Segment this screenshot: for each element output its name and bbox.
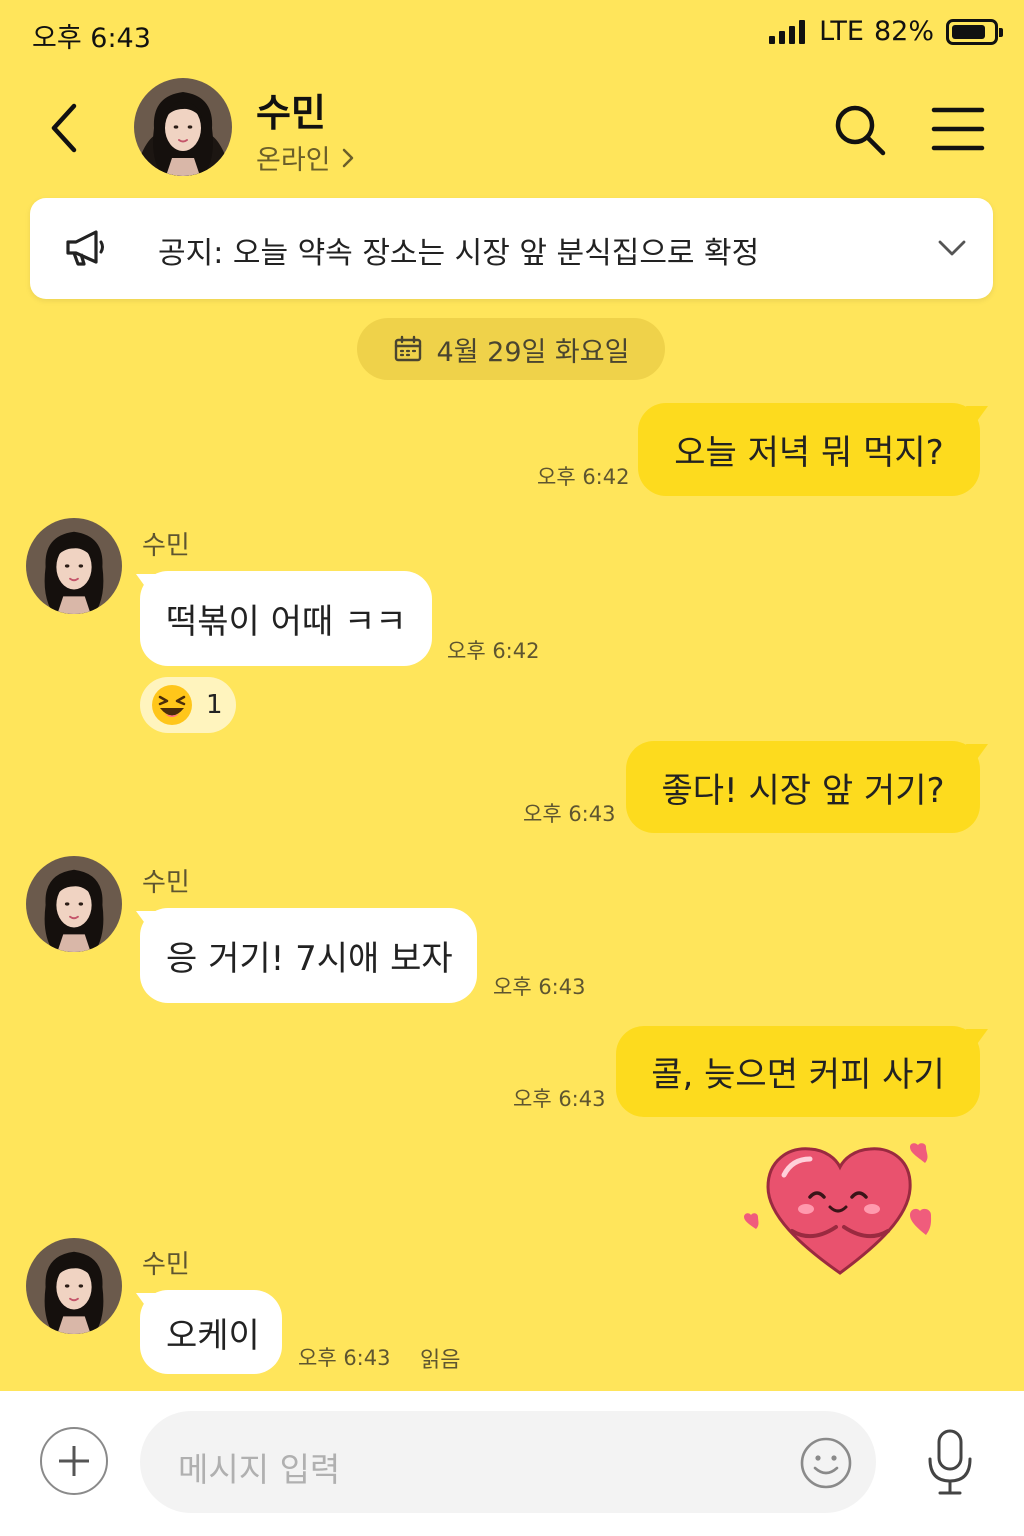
message-time: 오후 6:42 <box>447 639 540 663</box>
message-text: 콜, 늦으면 커피 사기 <box>651 1055 945 1095</box>
message-text: 응 거기! 7시애 보자 <box>166 939 453 979</box>
received-message-bubble[interactable]: 오케이 <box>140 1290 282 1374</box>
megaphone-icon <box>66 230 104 266</box>
chevron-right-icon <box>342 148 353 167</box>
message-text: 떡볶이 어때 ㅋㅋ <box>166 602 407 642</box>
sender-avatar[interactable] <box>26 1238 122 1334</box>
chevron-down-icon[interactable] <box>937 236 967 260</box>
date-label: 4월 29일 화요일 <box>436 336 630 368</box>
sent-message-bubble[interactable]: 좋다! 시장 앞 거기? <box>626 741 980 833</box>
sent-message-bubble[interactable]: 콜, 늦으면 커피 사기 <box>616 1026 980 1117</box>
battery-percent: 82% <box>873 16 934 47</box>
contact-avatar[interactable] <box>134 78 232 176</box>
battery-icon <box>946 18 1003 45</box>
heart-hug-sticker[interactable] <box>740 1135 950 1280</box>
notice-banner[interactable]: 공지: 오늘 약속 장소는 시장 앞 분식집으로 확정 <box>30 198 993 299</box>
signal-icon <box>769 19 806 44</box>
message-text: 좋다! 시장 앞 거기? <box>661 770 945 811</box>
chevron-left-icon <box>51 103 77 153</box>
sender-name: 수민 <box>142 868 190 898</box>
date-divider: 4월 29일 화요일 <box>357 318 665 380</box>
bubble-tail <box>966 744 988 766</box>
network-label: LTE <box>819 16 864 47</box>
status-time: 오후 6:43 <box>32 23 151 54</box>
read-receipt: 읽음 <box>420 1348 461 1373</box>
calendar-icon <box>394 335 421 362</box>
sender-avatar[interactable] <box>26 856 122 952</box>
status-bar: 오후 6:43 LTE 82% <box>0 0 1024 66</box>
message-text: 오늘 저녁 뭐 먹지? <box>674 433 944 473</box>
search-button[interactable] <box>830 100 890 160</box>
search-icon <box>835 105 886 156</box>
message-text: 오케이 <box>166 1315 260 1356</box>
plus-icon[interactable] <box>40 1427 108 1495</box>
reaction-badge[interactable]: 1 <box>140 677 236 733</box>
contact-status[interactable]: 온라인 <box>256 138 355 177</box>
received-message-bubble[interactable]: 응 거기! 7시애 보자 <box>140 908 477 1003</box>
laughing-emoji-icon <box>152 685 192 725</box>
menu-button[interactable] <box>930 104 986 154</box>
microphone-icon[interactable] <box>922 1427 978 1497</box>
message-input-bar: 메시지 입력 <box>0 1391 1024 1536</box>
message-time: 오후 6:42 <box>537 465 630 489</box>
emoji-icon[interactable] <box>798 1435 854 1491</box>
status-label: 온라인 <box>256 145 331 176</box>
reaction-count: 1 <box>206 690 223 720</box>
message-input[interactable]: 메시지 입력 <box>140 1411 876 1513</box>
bubble-tail <box>966 1029 988 1051</box>
message-time: 오후 6:43 <box>298 1346 391 1370</box>
input-placeholder: 메시지 입력 <box>178 1450 341 1489</box>
message-time: 오후 6:43 <box>523 802 616 826</box>
sender-name: 수민 <box>142 531 190 561</box>
back-button[interactable] <box>40 98 90 158</box>
notice-text: 공지: 오늘 약속 장소는 시장 앞 분식집으로 확정 <box>158 236 760 271</box>
received-message-bubble[interactable]: 떡볶이 어때 ㅋㅋ <box>140 571 432 666</box>
message-time: 오후 6:43 <box>513 1087 606 1111</box>
status-indicators: LTE 82% <box>769 16 1003 47</box>
message-time: 오후 6:43 <box>493 975 586 999</box>
chat-header: 수민 온라인 <box>0 70 1024 190</box>
contact-name[interactable]: 수민 <box>256 82 326 137</box>
hamburger-menu-icon <box>931 107 985 151</box>
bubble-tail <box>966 406 988 428</box>
sent-message-bubble[interactable]: 오늘 저녁 뭐 먹지? <box>638 403 980 496</box>
sender-name: 수민 <box>142 1250 190 1280</box>
sender-avatar[interactable] <box>26 518 122 614</box>
